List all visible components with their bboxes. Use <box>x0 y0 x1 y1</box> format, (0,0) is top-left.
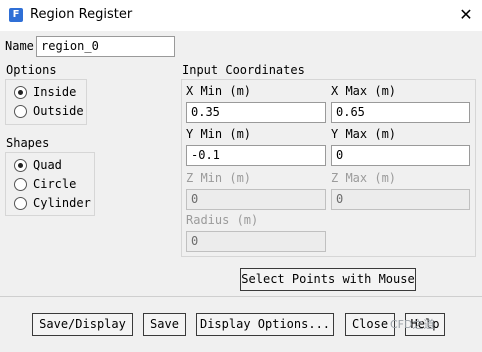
radio-quad[interactable] <box>14 159 27 172</box>
x-max-label: X Max (m) <box>331 84 397 98</box>
x-min-input[interactable]: 0.35 <box>186 102 326 123</box>
shapes-heading: Shapes <box>6 136 50 150</box>
select-points-button[interactable]: Select Points with Mouse <box>240 268 416 291</box>
radio-inside[interactable] <box>14 86 27 99</box>
y-max-input[interactable]: 0 <box>331 145 470 166</box>
radius-input: 0 <box>186 231 326 252</box>
x-max-input[interactable]: 0.65 <box>331 102 470 123</box>
shape-circle-label: Circle <box>33 177 77 191</box>
x-min-label: X Min (m) <box>186 84 252 98</box>
y-min-input[interactable]: -0.1 <box>186 145 326 166</box>
coords-heading: Input Coordinates <box>182 63 305 77</box>
separator <box>0 296 482 297</box>
option-inside-label: Inside <box>33 85 77 99</box>
option-outside-label: Outside <box>33 104 84 118</box>
save-button[interactable]: Save <box>143 313 186 336</box>
radio-cylinder[interactable] <box>14 197 27 210</box>
save-display-button[interactable]: Save/Display <box>32 313 133 336</box>
radius-label: Radius (m) <box>186 213 259 227</box>
y-min-label: Y Min (m) <box>186 127 252 141</box>
display-options-button[interactable]: Display Options... <box>196 313 334 336</box>
z-max-input: 0 <box>331 189 470 210</box>
close-button[interactable]: Close <box>345 313 395 336</box>
y-max-label: Y Max (m) <box>331 127 397 141</box>
radio-circle[interactable] <box>14 178 27 191</box>
z-min-input: 0 <box>186 189 326 210</box>
window-title: Region Register <box>30 7 133 22</box>
name-label: Name <box>5 39 34 53</box>
z-max-label: Z Max (m) <box>331 171 397 185</box>
options-heading: Options <box>6 63 57 77</box>
shape-cylinder-label: Cylinder <box>33 196 91 210</box>
shape-quad-label: Quad <box>33 158 62 172</box>
name-input[interactable]: region_0 <box>36 36 175 57</box>
watermark: CFD之道 <box>390 318 435 331</box>
z-min-label: Z Min (m) <box>186 171 252 185</box>
radio-outside[interactable] <box>14 105 27 118</box>
close-icon[interactable]: ✕ <box>455 5 477 25</box>
app-icon: F <box>9 8 23 22</box>
